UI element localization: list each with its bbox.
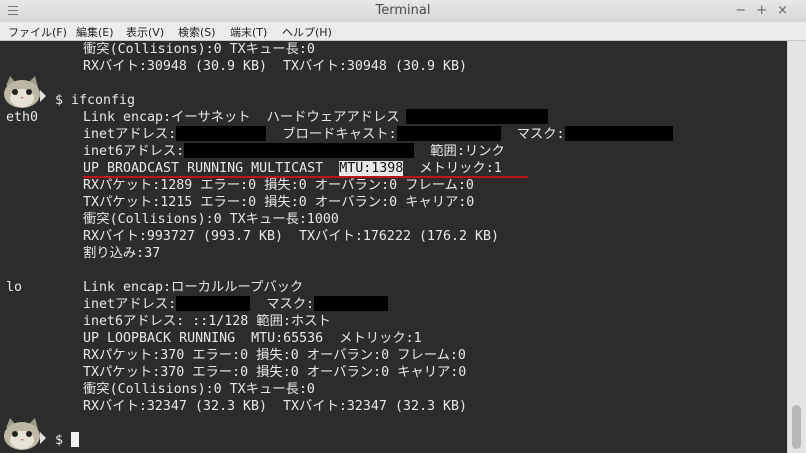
eth0-link: Link encap:イーサネット ハードウェアアドレス [83,110,400,125]
redacted-inet [176,126,267,141]
output-line: 衝突(Collisions):0 TXキュー長:0 [83,42,315,57]
lo-rx-packets: RXパケット:370 エラー:0 損失:0 オーバラン:0 フレーム:0 [83,348,466,363]
eth0-scope: 範囲:リンク [430,144,505,159]
eth0-rx-packets: RXパケット:1289 エラー:0 損失:0 オーバラン:0 フレーム:0 [83,178,474,193]
prompt-symbol: $ [55,433,72,448]
eth0-link-line: Link encap:イーサネット ハードウェアアドレス [83,109,548,126]
close-button[interactable]: × [777,3,798,18]
redacted-mask [564,126,673,141]
menu-terminal[interactable]: 端末(T) [230,24,267,40]
eth0-tx-packets: TXパケット:1215 エラー:0 損失:0 オーバラン:0 キャリア:0 [83,195,475,210]
menu-view[interactable]: 表示(V) [126,24,164,40]
redacted-broadcast [396,126,501,141]
redacted-lo-inet [176,296,251,311]
eth0-mtu-highlight: MTU:1398 [339,161,404,176]
lo-link: Link encap:ローカルループバック [83,280,304,295]
eth0-broadcast-label: ブロードキャスト: [282,127,397,142]
prompt-line[interactable]: $ [55,432,80,449]
eth0-inet6-line: inet6アドレス: 範囲:リンク [83,143,505,160]
maximize-button[interactable]: + [756,3,777,18]
scrollbar-thumb[interactable] [792,405,801,449]
window-controls: −+× [735,3,798,18]
output-line: RXバイト:30948 (30.9 KB) TXバイト:30948 (30.9 … [83,59,467,74]
redacted-inet6 [184,143,415,158]
lo-collisions: 衝突(Collisions):0 TXキュー長:0 [83,382,315,397]
eth0-collisions: 衝突(Collisions):0 TXキュー長:1000 [83,212,339,227]
terminal-window: Terminal −+× ファイル(F) 編集(E) 表示(V) 検索(S) 端… [0,0,806,453]
eth0-inet-label: inetアドレス: [83,127,177,142]
lo-mask-label: マスク: [266,297,315,312]
menu-bar: ファイル(F) 編集(E) 表示(V) 検索(S) 端末(T) ヘルプ(H) [0,22,806,41]
lo-inet-line: inetアドレス: マスク: [83,296,389,313]
lo-bytes: RXバイト:32347 (32.3 KB) TXバイト:32347 (32.3 … [83,399,467,414]
prompt-command: $ ifconfig [55,93,136,108]
eth0-flags-line: UP BROADCAST RUNNING MULTICAST MTU:1398 … [83,160,502,177]
scrollbar[interactable] [787,41,806,453]
eth0-metric: メトリック:1 [403,161,502,176]
interface-name-lo: lo [6,280,23,295]
eth0-bytes: RXバイト:993727 (993.7 KB) TXバイト:176222 (17… [83,229,500,244]
lo-flags: UP LOOPBACK RUNNING MTU:65536 メトリック:1 [83,331,422,346]
lo-inet6: inet6アドレス: ::1/128 範囲:ホスト [83,314,331,329]
eth0-irq: 割り込み:37 [83,246,161,261]
lo-inet-label: inetアドレス: [83,297,177,312]
window-title: Terminal [375,3,431,18]
eth0-flags: UP BROADCAST RUNNING MULTICAST [83,161,340,176]
lo-tx-packets: TXパケット:370 エラー:0 損失:0 オーバラン:0 キャリア:0 [83,365,467,380]
interface-name-eth0: eth0 [6,110,39,125]
menu-file[interactable]: ファイル(F) [8,24,67,40]
eth0-inet-line: inetアドレス: ブロードキャスト: マスク: [83,126,673,143]
menu-search[interactable]: 検索(S) [178,24,216,40]
eth0-inet6-label: inet6アドレス: [83,144,185,159]
menu-help[interactable]: ヘルプ(H) [282,24,332,40]
cat-prompt-icon [4,418,46,450]
redacted-hwaddr [405,109,548,124]
title-bar[interactable]: Terminal −+× [0,0,806,23]
redacted-lo-mask [314,296,389,311]
menu-edit[interactable]: 編集(E) [76,24,114,40]
eth0-mask-label: マスク: [516,127,565,142]
minimize-button[interactable]: − [735,3,756,18]
cat-prompt-icon [4,76,46,108]
text-cursor [71,432,80,447]
